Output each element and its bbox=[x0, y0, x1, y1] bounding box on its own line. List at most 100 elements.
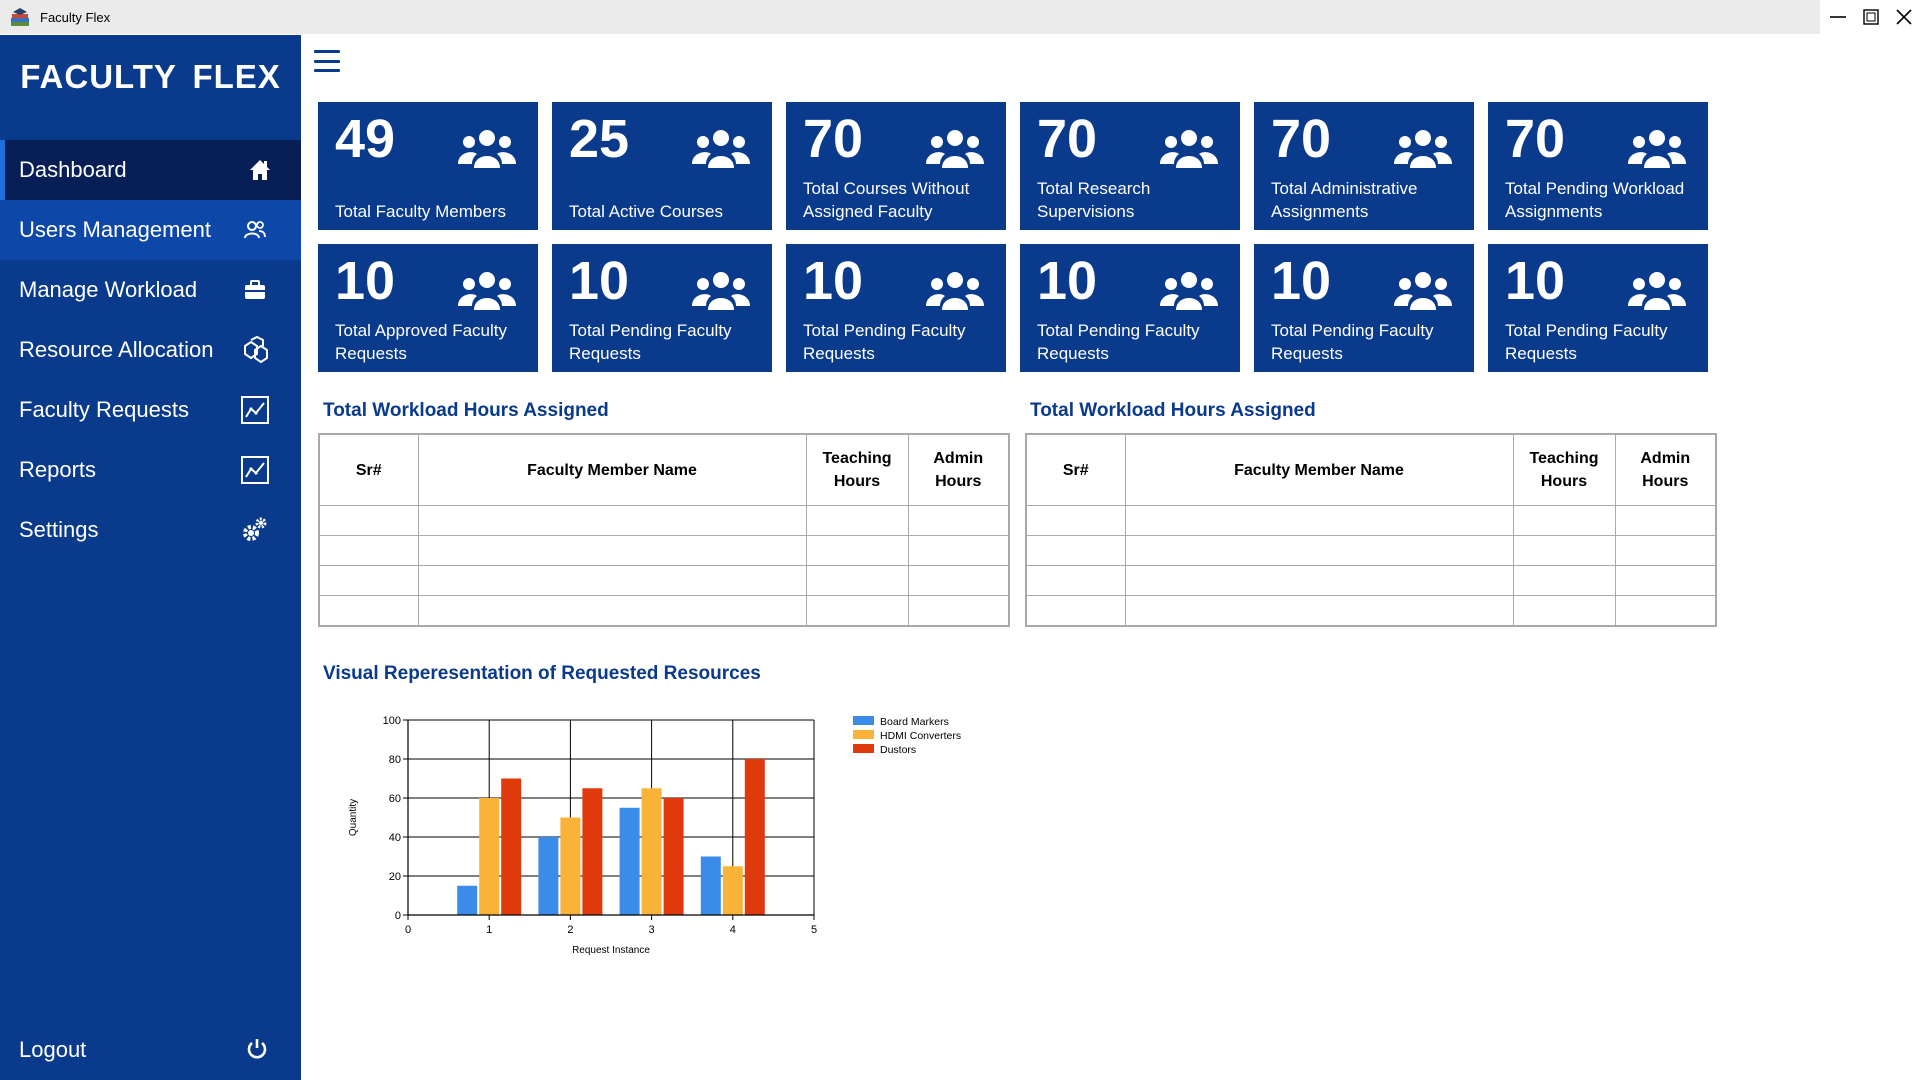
table-cell[interactable] bbox=[1614, 565, 1717, 596]
chart-icon bbox=[240, 395, 270, 425]
table-cell[interactable] bbox=[318, 595, 419, 627]
sidebar-item-faculty-requests[interactable]: Faculty Requests bbox=[0, 380, 301, 440]
workload-table-title-left: Total Workload Hours Assigned bbox=[323, 400, 609, 421]
y-tick-label: 40 bbox=[389, 832, 401, 844]
column-header-faculty-name[interactable]: Faculty Member Name bbox=[417, 433, 807, 506]
x-tick-label: 4 bbox=[730, 924, 736, 936]
x-tick-label: 1 bbox=[486, 924, 492, 936]
maximize-button[interactable] bbox=[1854, 0, 1887, 34]
table-cell[interactable] bbox=[1025, 535, 1126, 566]
sidebar-item-label: Manage Workload bbox=[19, 277, 198, 302]
stat-card-label: Total Pending Faculty Requests bbox=[569, 321, 732, 363]
table-cell[interactable] bbox=[1025, 565, 1126, 596]
sidebar-item-manage-workload[interactable]: Manage Workload bbox=[0, 260, 301, 320]
sidebar-item-label: Dashboard bbox=[19, 157, 127, 182]
table-cell[interactable] bbox=[907, 595, 1010, 627]
table-cell[interactable] bbox=[805, 595, 909, 627]
sidebar-item-reports[interactable]: Reports bbox=[0, 440, 301, 500]
stat-card[interactable]: 10 Total Pending Faculty Requests bbox=[1488, 244, 1708, 372]
stat-card-number: 49 bbox=[335, 109, 396, 169]
close-button[interactable] bbox=[1887, 0, 1920, 34]
window-titlebar: Faculty Flex bbox=[0, 0, 1820, 34]
menu-toggle-button[interactable] bbox=[314, 50, 340, 72]
sidebar-item-users-management[interactable]: Users Management bbox=[0, 200, 301, 260]
column-header-faculty-name[interactable]: Faculty Member Name bbox=[1124, 433, 1514, 506]
table-row[interactable] bbox=[318, 535, 1010, 566]
bar bbox=[457, 885, 478, 915]
table-cell[interactable] bbox=[1124, 565, 1514, 596]
column-header-admin-hours[interactable]: Admin Hours bbox=[1614, 433, 1717, 506]
home-icon bbox=[245, 155, 275, 185]
stat-card[interactable]: 70 Total Administrative Assignments bbox=[1254, 102, 1474, 230]
table-cell[interactable] bbox=[1614, 535, 1717, 566]
table-row[interactable] bbox=[1025, 595, 1717, 627]
table-cell[interactable] bbox=[907, 505, 1010, 536]
table-cell[interactable] bbox=[318, 565, 419, 596]
table-cell[interactable] bbox=[318, 535, 419, 566]
window-title: Faculty Flex bbox=[40, 9, 111, 25]
table-row[interactable] bbox=[318, 505, 1010, 536]
table-cell[interactable] bbox=[907, 535, 1010, 566]
table-cell[interactable] bbox=[1124, 535, 1514, 566]
sidebar-item-resource-allocation[interactable]: Resource Allocation bbox=[0, 320, 301, 380]
table-cell[interactable] bbox=[1512, 535, 1616, 566]
logout-button[interactable]: Logout bbox=[0, 1025, 301, 1075]
table-cell[interactable] bbox=[1512, 565, 1616, 596]
table-cell[interactable] bbox=[417, 535, 807, 566]
sidebar-item-label: Resource Allocation bbox=[19, 337, 214, 362]
stat-card-label: Total Faculty Members bbox=[335, 202, 506, 221]
stat-card[interactable]: 10 Total Pending Faculty Requests bbox=[1020, 244, 1240, 372]
table-cell[interactable] bbox=[318, 505, 419, 536]
table-cell[interactable] bbox=[1614, 505, 1717, 536]
stat-card[interactable]: 10 Total Pending Faculty Requests bbox=[786, 244, 1006, 372]
x-tick-label: 0 bbox=[405, 924, 411, 936]
column-header-teaching-hours[interactable]: Teaching Hours bbox=[805, 433, 909, 506]
table-row[interactable] bbox=[318, 595, 1010, 627]
app-logo-icon bbox=[9, 6, 31, 28]
table-header-row: Sr# Faculty Member Name Teaching Hours A… bbox=[318, 433, 1010, 506]
column-header-admin-hours[interactable]: Admin Hours bbox=[907, 433, 1010, 506]
stat-card[interactable]: 10 Total Pending Faculty Requests bbox=[552, 244, 772, 372]
table-cell[interactable] bbox=[1124, 595, 1514, 627]
stat-card[interactable]: 10 Total Approved Faculty Requests bbox=[318, 244, 538, 372]
table-row[interactable] bbox=[1025, 535, 1717, 566]
table-cell[interactable] bbox=[907, 565, 1010, 596]
table-cell[interactable] bbox=[1025, 505, 1126, 536]
sidebar-item-dashboard[interactable]: Dashboard bbox=[0, 140, 301, 200]
table-cell[interactable] bbox=[1614, 595, 1717, 627]
table-cell[interactable] bbox=[1124, 505, 1514, 536]
stat-card[interactable]: 49 Total Faculty Members bbox=[318, 102, 538, 230]
table-cell[interactable] bbox=[805, 535, 909, 566]
table-cell[interactable] bbox=[1512, 505, 1616, 536]
users-group-icon bbox=[690, 128, 752, 172]
table-row[interactable] bbox=[318, 565, 1010, 596]
minimize-button[interactable] bbox=[1821, 0, 1854, 34]
sidebar-item-settings[interactable]: Settings bbox=[0, 500, 301, 560]
sidebar-item-label: Faculty Requests bbox=[19, 397, 189, 422]
table-row[interactable] bbox=[1025, 565, 1717, 596]
column-header-sr[interactable]: Sr# bbox=[1025, 433, 1126, 506]
y-tick-label: 20 bbox=[389, 871, 401, 883]
stat-card[interactable]: 70 Total Pending Workload Assignments bbox=[1488, 102, 1708, 230]
table-cell[interactable] bbox=[805, 565, 909, 596]
column-header-sr[interactable]: Sr# bbox=[318, 433, 419, 506]
stat-card[interactable]: 70 Total Research Supervisions bbox=[1020, 102, 1240, 230]
x-tick-label: 3 bbox=[649, 924, 655, 936]
column-header-teaching-hours[interactable]: Teaching Hours bbox=[1512, 433, 1616, 506]
users-group-icon bbox=[1626, 270, 1688, 314]
stat-cards: 49 Total Faculty Members 25 Total Active Co… bbox=[318, 102, 1718, 372]
table-row[interactable] bbox=[1025, 505, 1717, 536]
stat-card[interactable]: 70 Total Courses Without Assigned Faculty bbox=[786, 102, 1006, 230]
table-cell[interactable] bbox=[1025, 595, 1126, 627]
table-cell[interactable] bbox=[805, 505, 909, 536]
table-cell[interactable] bbox=[417, 565, 807, 596]
table-cell[interactable] bbox=[1512, 595, 1616, 627]
bar bbox=[619, 807, 640, 915]
table-cell[interactable] bbox=[417, 505, 807, 536]
table-cell[interactable] bbox=[417, 595, 807, 627]
stat-card[interactable]: 10 Total Pending Faculty Requests bbox=[1254, 244, 1474, 372]
stat-card-label: Total Pending Faculty Requests bbox=[1037, 321, 1200, 363]
hamburger-line bbox=[314, 59, 340, 63]
stat-card[interactable]: 25 Total Active Courses bbox=[552, 102, 772, 230]
briefcase-icon bbox=[240, 275, 270, 305]
